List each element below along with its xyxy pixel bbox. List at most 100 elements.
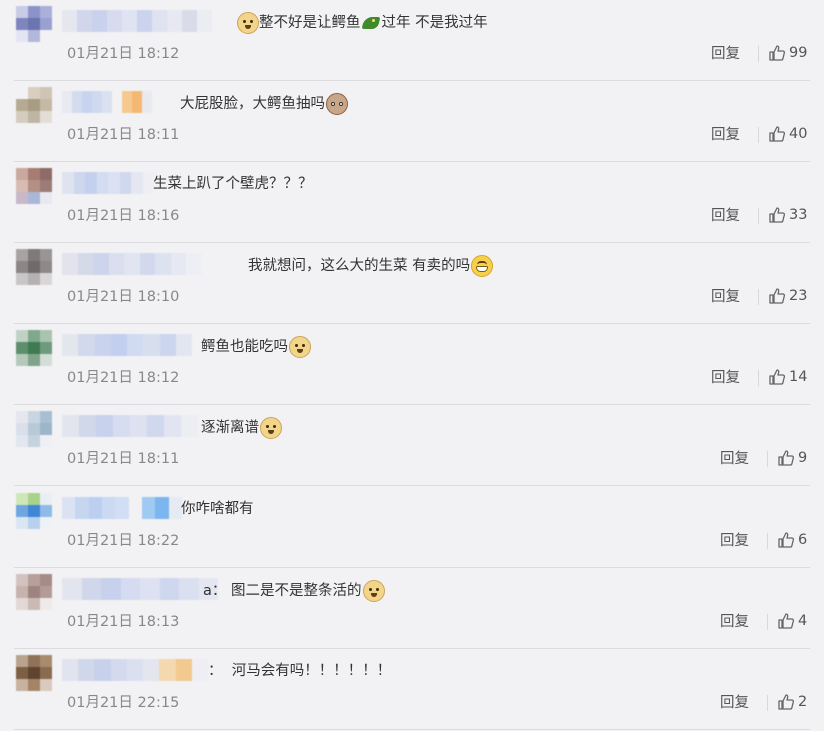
username-pixel [101, 578, 121, 600]
username-pixel [62, 334, 79, 356]
username-pixel [128, 497, 142, 519]
comment-item: 逐渐离谱 01月21日 18:11 回复 9 [0, 405, 824, 486]
like-button[interactable]: 4 [777, 612, 807, 630]
like-button[interactable]: 23 [768, 287, 807, 305]
avatar-pixel [40, 435, 52, 447]
avatar[interactable] [16, 493, 52, 529]
avatar[interactable] [16, 330, 52, 366]
username-pixel [77, 10, 92, 32]
username-pixel [139, 253, 156, 275]
comment-text: a： 图二是不是整条活的 [203, 580, 385, 602]
avatar[interactable] [16, 574, 52, 610]
row-divider [14, 485, 810, 486]
like-button[interactable]: 2 [777, 693, 807, 711]
username-pixel [62, 91, 72, 113]
avatar-pixel [40, 99, 52, 111]
avatar-pixel [40, 249, 52, 261]
doge-emoji-icon [260, 417, 282, 439]
username-pixel [62, 497, 76, 519]
avatar-pixel [16, 667, 28, 679]
avatar-pixel [40, 493, 52, 505]
like-button[interactable]: 99 [768, 44, 807, 62]
username-pixel [168, 497, 182, 519]
username-obscured[interactable] [62, 253, 202, 275]
comment-text-segment: 你咋啥都有 [181, 501, 254, 517]
username-pixel [78, 659, 95, 681]
like-button[interactable]: 33 [768, 206, 807, 224]
username-obscured[interactable] [62, 334, 192, 356]
like-count: 6 [798, 532, 808, 548]
username-pixel [120, 578, 140, 600]
comment-text: 鳄鱼也能吃吗 [201, 336, 311, 358]
reply-button[interactable]: 回复 [720, 613, 749, 631]
username-pixel [155, 253, 171, 275]
avatar-pixel [28, 423, 40, 435]
username-pixel [108, 253, 125, 275]
reply-button[interactable]: 回复 [711, 369, 740, 387]
avatar-pixel [28, 411, 40, 423]
avatar-pixel [40, 6, 52, 18]
avatar[interactable] [16, 87, 52, 123]
reply-button[interactable]: 回复 [711, 126, 740, 144]
username-pixel [62, 10, 77, 32]
avatar[interactable] [16, 168, 52, 204]
reply-button[interactable]: 回复 [720, 694, 749, 712]
avatar-pixel [28, 6, 40, 18]
avatar-pixel [40, 330, 52, 342]
avatar-pixel [28, 435, 40, 447]
like-count: 23 [789, 288, 808, 304]
reply-button[interactable]: 回复 [720, 532, 749, 550]
avatar-pixel [16, 192, 28, 204]
action-divider [758, 46, 759, 62]
avatar-pixel [16, 586, 28, 598]
reply-button[interactable]: 回复 [711, 45, 740, 63]
like-button[interactable]: 40 [768, 125, 807, 143]
username-obscured[interactable] [62, 578, 218, 600]
username-pixel [107, 10, 122, 32]
reply-button[interactable]: 回复 [711, 288, 740, 306]
avatar-pixel [16, 574, 28, 586]
like-count: 2 [798, 694, 808, 710]
username-pixel [152, 10, 167, 32]
username-obscured[interactable] [62, 415, 198, 437]
username-pixel [82, 91, 92, 113]
username-obscured[interactable] [62, 91, 152, 113]
avatar[interactable] [16, 655, 52, 691]
username-obscured[interactable] [62, 659, 208, 681]
avatar-pixel [28, 249, 40, 261]
comment-timestamp: 01月21日 18:11 [67, 451, 180, 467]
username-pixel [170, 253, 187, 275]
like-button[interactable]: 9 [777, 449, 807, 467]
reply-button[interactable]: 回复 [720, 450, 749, 468]
avatar-pixel [16, 493, 28, 505]
avatar-pixel [40, 598, 52, 610]
reply-button[interactable]: 回复 [711, 207, 740, 225]
thumbs-up-icon [768, 44, 786, 62]
username-pixel [179, 578, 199, 600]
comment-text: 大屁股脸，大鳄鱼抽吗 [180, 93, 348, 115]
username-pixel [79, 415, 96, 437]
comment-text-segment: 整不好是让鳄鱼 [259, 15, 361, 31]
avatar[interactable] [16, 6, 52, 42]
username-pixel [108, 172, 120, 194]
avatar-pixel [16, 411, 28, 423]
avatar[interactable] [16, 249, 52, 285]
username-pixel [155, 497, 169, 519]
username-pixel [113, 415, 130, 437]
username-obscured[interactable] [62, 172, 154, 194]
comment-item: 大屁股脸，大鳄鱼抽吗 01月21日 18:11 回复 40 [0, 81, 824, 162]
username-pixel [62, 253, 78, 275]
avatar-pixel [28, 18, 40, 30]
username-obscured[interactable] [62, 497, 182, 519]
username-pixel [186, 253, 202, 275]
avatar[interactable] [16, 411, 52, 447]
comment-text-segment: 大屁股脸，大鳄鱼抽吗 [180, 96, 325, 112]
avatar-pixel [40, 168, 52, 180]
username-obscured[interactable] [62, 10, 212, 32]
like-button[interactable]: 6 [777, 531, 807, 549]
username-pixel [197, 10, 212, 32]
avatar-pixel [28, 342, 40, 354]
like-button[interactable]: 14 [768, 368, 807, 386]
comment-text-segment: 图二是不是整条活的 [226, 583, 362, 599]
username-pixel [110, 334, 127, 356]
